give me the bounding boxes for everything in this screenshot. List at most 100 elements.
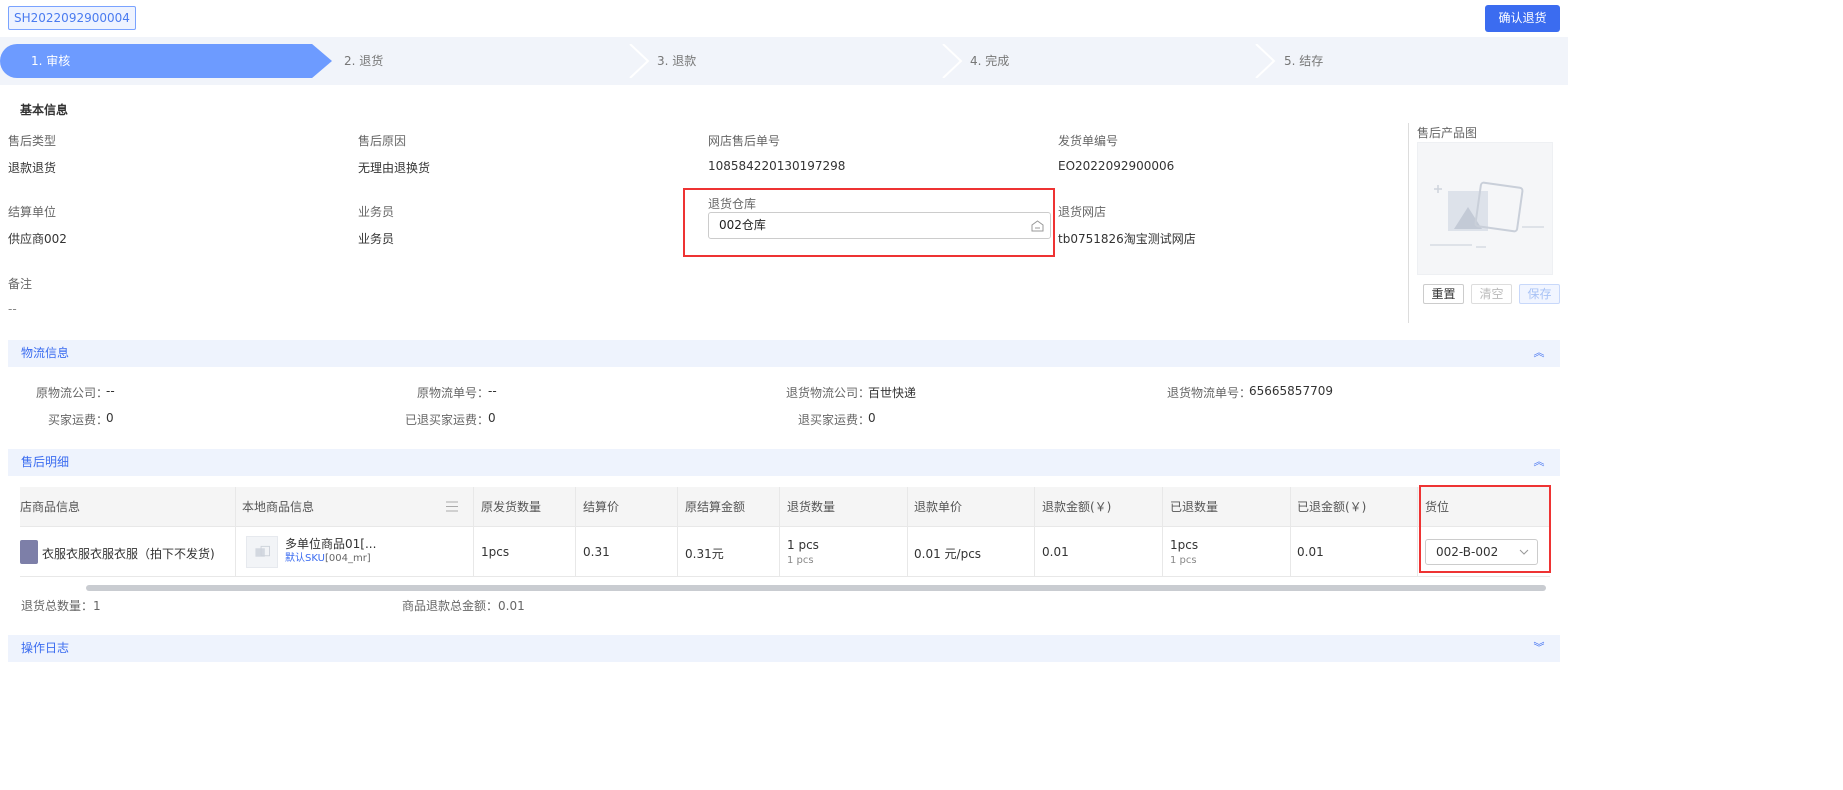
remark-value: --: [8, 302, 17, 316]
refunded-amount-value: 0.01: [1297, 545, 1324, 559]
after-sale-type-value: 退款退货: [8, 161, 57, 175]
return-qty-sub: 1 pcs: [787, 555, 814, 566]
col-orig-amount: 原结算金额: [685, 500, 746, 514]
table-horizontal-scrollbar[interactable]: [86, 585, 1546, 591]
column-divider: [779, 487, 780, 577]
reason-value: 无理由退换货: [358, 161, 431, 175]
return-shop-value: tb0751826淘宝测试网店: [1058, 232, 1196, 246]
column-divider: [1162, 487, 1163, 577]
step-separator-icon: [629, 44, 650, 78]
settle-price-value: 0.31: [583, 545, 610, 559]
step-1-audit: 1. 审核: [31, 54, 71, 68]
confirm-return-button[interactable]: 确认退货: [1485, 5, 1560, 32]
step-separator-icon: [1255, 44, 1276, 78]
return-warehouse-label: 退货仓库: [708, 197, 757, 211]
basic-info-title: 基本信息: [20, 103, 69, 117]
salesperson-value: 业务员: [358, 232, 395, 246]
return-warehouse-value: 002仓库: [719, 218, 766, 232]
col-refund-amount: 退款金额(￥): [1042, 500, 1112, 514]
return-company-value: 百世快递: [868, 386, 917, 400]
chevron-up-icon[interactable]: ︽: [1532, 346, 1546, 360]
settlement-unit-label: 结算单位: [8, 205, 57, 219]
location-select[interactable]: 002-B-002: [1425, 539, 1538, 565]
step-4-complete: 4. 完成: [970, 54, 1010, 68]
step-2-return: 2. 退货: [344, 54, 384, 68]
default-sku-link[interactable]: 默认SKU: [285, 553, 325, 564]
column-divider: [1034, 487, 1035, 577]
logistics-section-header[interactable]: 物流信息 ︽: [8, 340, 1560, 367]
image-clear-button[interactable]: 清空: [1471, 284, 1512, 304]
column-menu-icon[interactable]: [446, 501, 458, 512]
chevron-down-icon: [1519, 549, 1529, 555]
step-3-refund: 3. 退款: [657, 54, 697, 68]
log-section-header[interactable]: 操作日志 ︾: [8, 635, 1560, 662]
delivery-no-value: EO2022092900006: [1058, 159, 1175, 173]
step-separator-icon: [942, 44, 963, 78]
col-settle-price: 结算价: [583, 500, 620, 514]
refunded-buyer-freight-label: 已退买家运费：: [405, 413, 490, 427]
total-refund-amount: 商品退款总金额：0.01: [402, 599, 525, 613]
product-image-label: 售后产品图: [1417, 126, 1478, 140]
local-product-thumbnail: [246, 536, 278, 568]
chevron-down-icon[interactable]: ︾: [1532, 641, 1546, 655]
delivery-no-label: 发货单编号: [1058, 134, 1119, 148]
shop-product-thumbnail: [20, 540, 38, 564]
return-qty-value: 1 pcs: [787, 538, 819, 552]
col-local-product: 本地商品信息: [242, 500, 315, 514]
refunded-qty-value: 1pcs: [1170, 538, 1199, 552]
return-company-label: 退货物流公司：: [786, 386, 871, 400]
log-title: 操作日志: [21, 641, 70, 655]
orig-company-label: 原物流公司：: [36, 386, 109, 400]
col-refunded-amount: 已退金额(￥): [1297, 500, 1367, 514]
column-divider: [1290, 487, 1291, 577]
return-shop-label: 退货网店: [1058, 205, 1107, 219]
orig-no-value: --: [488, 384, 497, 398]
col-refund-unit: 退款单价: [914, 500, 963, 514]
return-no-value: 65665857709: [1249, 384, 1333, 398]
column-divider: [235, 487, 236, 577]
column-divider: [473, 487, 474, 577]
image-placeholder-icon: [1430, 181, 1544, 248]
salesperson-label: 业务员: [358, 205, 395, 219]
orig-qty-value: 1pcs: [481, 545, 510, 559]
remark-label: 备注: [8, 277, 33, 291]
order-number-tag: SH2022092900004: [8, 6, 136, 30]
col-orig-qty: 原发货数量: [481, 500, 542, 514]
refunded-qty-sub: 1 pcs: [1170, 555, 1197, 566]
refund-buyer-freight-label: 退买家运费：: [798, 413, 871, 427]
logistics-title: 物流信息: [21, 346, 70, 360]
detail-title: 售后明细: [21, 455, 70, 469]
total-return-qty: 退货总数量：1: [21, 599, 101, 613]
refund-amount-value: 0.01: [1042, 545, 1069, 559]
buyer-freight-value: 0: [106, 411, 114, 425]
sku-code: [004_mr]: [324, 553, 371, 564]
chevron-up-icon[interactable]: ︽: [1532, 455, 1546, 469]
col-refunded-qty: 已退数量: [1170, 500, 1219, 514]
shop-order-no-value: 108584220130197298: [708, 159, 846, 173]
return-warehouse-input[interactable]: 002仓库: [708, 212, 1051, 239]
after-sale-type-label: 售后类型: [8, 134, 57, 148]
orig-amount-value: 0.31元: [685, 547, 724, 561]
shop-product-name: 衣服衣服衣服衣服（拍下不发货): [42, 547, 215, 561]
col-shop-product: 店商品信息: [20, 500, 81, 514]
settlement-unit-value: 供应商002: [8, 232, 67, 246]
column-divider: [677, 487, 678, 577]
reason-label: 售后原因: [358, 134, 407, 148]
refunded-buyer-freight-value: 0: [488, 411, 496, 425]
refund-buyer-freight-value: 0: [868, 411, 876, 425]
orig-company-value: --: [106, 384, 115, 398]
image-placeholder-icon: [255, 545, 270, 557]
warehouse-icon: [1031, 220, 1044, 232]
detail-section-header[interactable]: 售后明细 ︽: [8, 449, 1560, 476]
step-5-balance: 5. 结存: [1284, 54, 1324, 68]
orig-no-label: 原物流单号：: [417, 386, 490, 400]
sku-info: 默认SKU[004_mr]: [285, 549, 371, 564]
column-divider: [907, 487, 908, 577]
col-return-qty: 退货数量: [787, 500, 836, 514]
product-image-upload[interactable]: [1417, 142, 1553, 275]
image-reset-button[interactable]: 重置: [1423, 284, 1464, 304]
location-value: 002-B-002: [1436, 545, 1499, 559]
image-save-button[interactable]: 保存: [1519, 284, 1560, 304]
image-panel-divider: [1408, 123, 1409, 323]
return-no-label: 退货物流单号：: [1167, 386, 1252, 400]
